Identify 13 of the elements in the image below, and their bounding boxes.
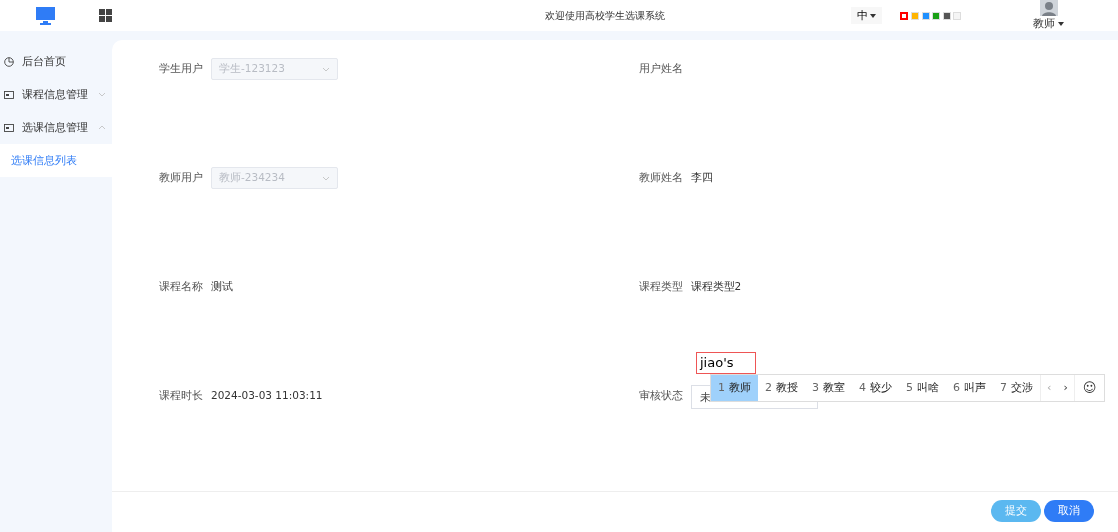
- field-label: 学生用户: [159, 61, 203, 76]
- field-label: 用户姓名: [638, 61, 683, 76]
- field-value: 李四: [690, 170, 713, 185]
- field-label: 审核状态: [638, 388, 683, 403]
- field-label: 课程时长: [159, 388, 203, 403]
- field-label: 教师姓名: [638, 170, 683, 185]
- page-title: 欢迎使用高校学生选课系统: [545, 9, 666, 23]
- field-value: 课程类型2: [690, 279, 742, 294]
- field-label: 教师用户: [159, 170, 203, 185]
- field-value: 2024-03-03 11:03:11: [211, 388, 323, 403]
- field-value: 测试: [211, 279, 233, 294]
- field-label: 课程类型: [638, 279, 683, 294]
- field-label: 课程名称: [159, 279, 203, 294]
